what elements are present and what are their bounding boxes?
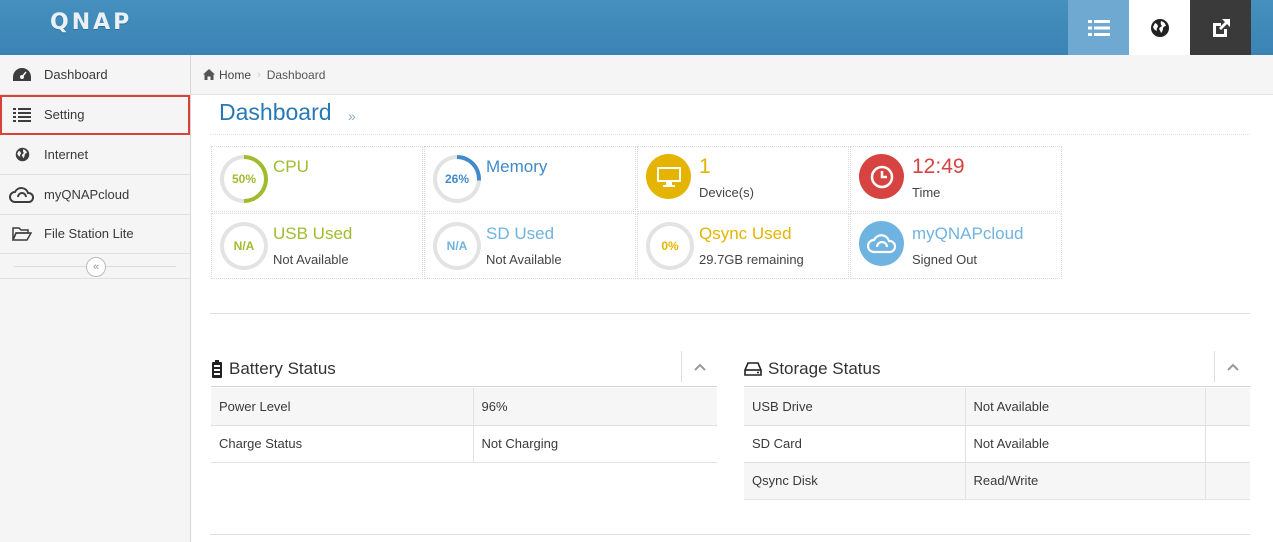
storage-status-header: Storage Status — [744, 351, 1250, 387]
double-chevron-right-icon: » — [348, 108, 356, 124]
sidebar: Dashboard Setting Internet myQNAPcloud F… — [0, 55, 191, 542]
time-value: 12:49 — [912, 155, 965, 178]
section-divider — [210, 313, 1250, 314]
device-count: 1 — [699, 155, 711, 178]
title-divider — [210, 134, 1250, 135]
top-bar: QNAP — [0, 0, 1273, 55]
language-button[interactable] — [1129, 0, 1190, 55]
monitor-icon — [646, 154, 691, 199]
double-chevron-left-icon: « — [92, 260, 100, 273]
section-divider — [210, 534, 1250, 535]
list-icon — [1087, 19, 1110, 36]
folder-open-icon — [0, 226, 44, 242]
myqnapcloud-stat[interactable]: myQNAPcloud Signed Out — [850, 213, 1062, 279]
qnap-logo: QNAP — [50, 10, 133, 35]
sd-used-status: Not Available — [486, 252, 562, 267]
page-title: Dashboard — [219, 99, 332, 125]
cloud-icon — [0, 186, 44, 204]
cloud-icon — [859, 221, 904, 266]
usb-usage-ring: N/A — [220, 222, 268, 270]
qsync-used-label: Qsync Used — [699, 224, 792, 243]
sd-used-label: SD Used — [486, 224, 555, 243]
table-row: Qsync Disk Read/Write — [744, 462, 1250, 500]
globe-icon — [0, 147, 44, 162]
qsync-used-stat: 0% Qsync Used 29.7GB remaining — [637, 213, 849, 279]
sidebar-collapse-row: « — [0, 255, 190, 279]
usb-used-stat: N/A USB Used Not Available — [211, 213, 423, 279]
dashboard-icon — [0, 67, 44, 83]
battery-status-header: Battery Status — [211, 351, 717, 387]
breadcrumb-current: Dashboard — [266, 67, 326, 82]
sidebar-item-label: Internet — [44, 147, 89, 162]
devices-label: Device(s) — [699, 185, 754, 200]
table-row: Power Level 96% — [211, 388, 717, 426]
breadcrumb-separator-icon: › — [257, 68, 261, 81]
table-row: SD Card Not Available — [744, 425, 1250, 463]
qsync-usage-ring: 0% — [646, 222, 694, 270]
table-row: USB Drive Not Available — [744, 388, 1250, 426]
sidebar-item-label: Dashboard — [44, 67, 108, 82]
usb-used-label: USB Used — [273, 224, 353, 243]
devices-stat: 1 Device(s) — [637, 146, 849, 212]
sidebar-collapse-button[interactable]: « — [86, 257, 106, 277]
sd-used-stat: N/A SD Used Not Available — [424, 213, 636, 279]
battery-status-table: Power Level 96% Charge Status Not Chargi… — [211, 388, 717, 463]
storage-collapse-button[interactable] — [1214, 351, 1250, 382]
storage-status-table: USB Drive Not Available SD Card Not Avai… — [744, 388, 1250, 500]
sd-usage-ring: N/A — [433, 222, 481, 270]
sidebar-item-label: File Station Lite — [44, 226, 134, 241]
storage-status-title: Storage Status — [768, 358, 881, 378]
chevron-up-icon — [693, 363, 706, 371]
cpu-usage-ring: 50% — [220, 155, 268, 203]
myqnapcloud-status: Signed Out — [912, 252, 978, 267]
sidebar-item-dashboard[interactable]: Dashboard — [0, 55, 190, 95]
chevron-up-icon — [1226, 363, 1239, 371]
time-label: Time — [912, 185, 941, 200]
clock-icon — [859, 154, 904, 199]
sidebar-item-setting[interactable]: Setting — [0, 95, 190, 135]
breadcrumb: Home › Dashboard — [191, 55, 1273, 95]
open-external-button[interactable] — [1190, 0, 1251, 55]
sidebar-item-file-station-lite[interactable]: File Station Lite — [0, 214, 190, 254]
sidebar-item-label: myQNAPcloud — [44, 187, 130, 202]
external-link-icon — [1212, 18, 1230, 37]
hard-drive-icon — [744, 361, 762, 376]
usb-used-status: Not Available — [273, 252, 349, 267]
battery-collapse-button[interactable] — [681, 351, 717, 382]
time-stat: 12:49 Time — [850, 146, 1062, 212]
home-icon — [203, 69, 215, 80]
globe-icon — [1150, 18, 1169, 37]
myqnapcloud-label: myQNAPcloud — [912, 224, 1024, 243]
battery-status-title: Battery Status — [229, 358, 336, 378]
sidebar-item-internet[interactable]: Internet — [0, 135, 190, 175]
list-icon — [0, 107, 44, 122]
sidebar-item-label: Setting — [44, 107, 85, 122]
breadcrumb-home-link[interactable]: Home — [219, 68, 251, 82]
menu-button[interactable] — [1068, 0, 1129, 55]
memory-label: Memory — [486, 157, 548, 176]
cpu-label: CPU — [273, 157, 309, 176]
memory-usage-ring: 26% — [433, 155, 481, 203]
table-row: Charge Status Not Charging — [211, 425, 717, 463]
cpu-stat: 50% CPU — [211, 146, 423, 212]
memory-stat: 26% Memory — [424, 146, 636, 212]
sidebar-item-myqnapcloud[interactable]: myQNAPcloud — [0, 175, 190, 215]
qsync-used-status: 29.7GB remaining — [699, 252, 804, 267]
battery-icon — [211, 359, 223, 378]
